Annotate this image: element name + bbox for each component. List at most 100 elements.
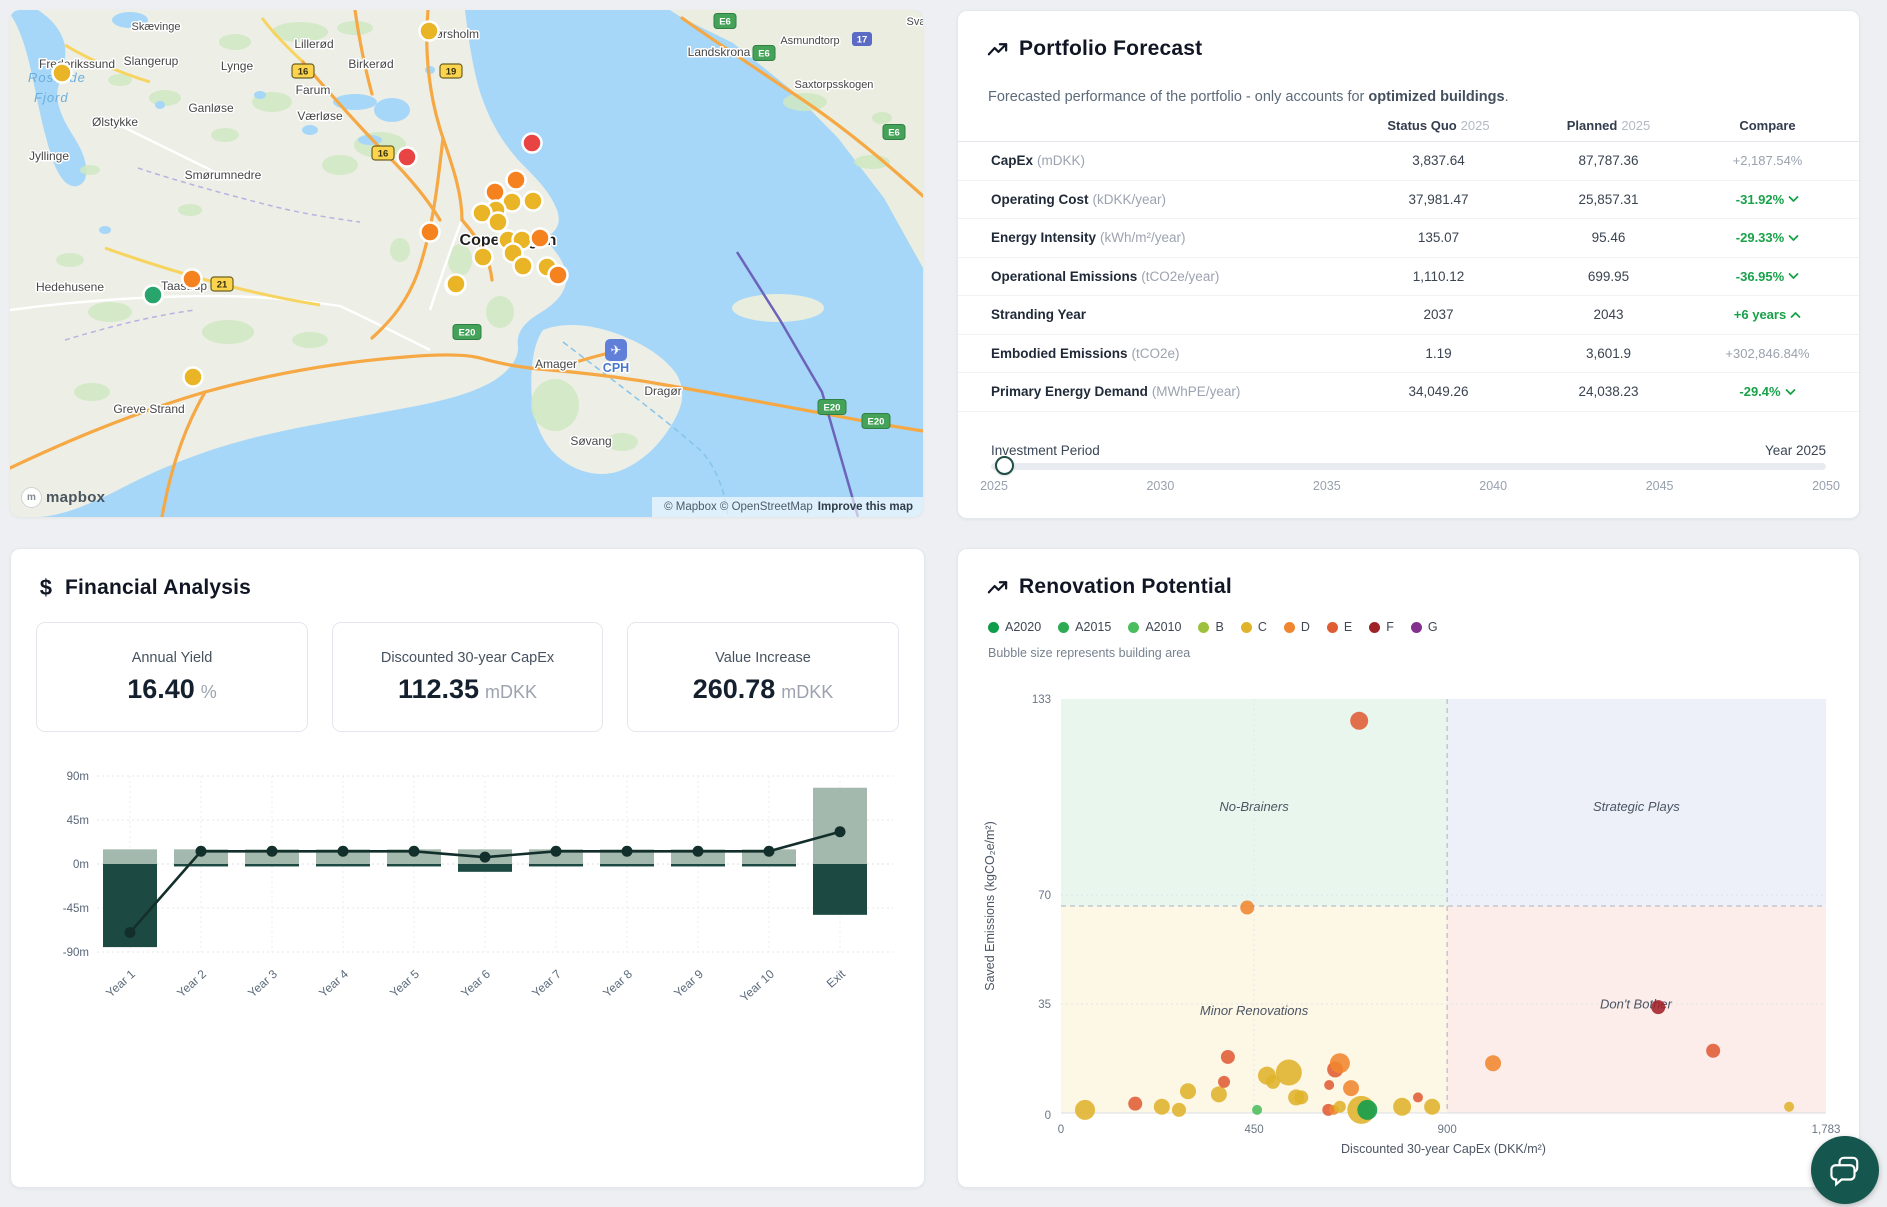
investment-period-slider-handle[interactable] [995,456,1014,475]
mapbox-logo[interactable]: m mapbox [21,487,105,508]
line-point [196,846,207,857]
map-panel[interactable]: RoskildeFjordSkævingeLillerødHørsholmFre… [10,10,923,517]
building-marker-yellow[interactable] [489,213,508,232]
metric-unit: (kDKK/year) [1093,192,1167,207]
y-axis-tick: -90m [63,947,89,959]
scatter-bubble-A2010[interactable] [1252,1105,1262,1115]
building-marker-yellow[interactable] [184,368,203,387]
metric-label: Operational Emissions(tCO2e/year) [991,269,1351,284]
slider-tick-labels: 202520302035204020452050 [994,479,1826,495]
road-shield: 16 [372,146,394,160]
building-marker-green[interactable] [144,286,163,305]
building-marker-yellow[interactable] [53,64,72,83]
forest-area [80,165,100,175]
building-marker-red[interactable] [398,148,417,167]
y-axis-tick: 45m [67,815,89,827]
bar-outflow [600,864,654,866]
building-marker-orange[interactable] [549,266,568,285]
scatter-bubble-D[interactable] [1485,1055,1501,1071]
line-point [409,846,420,857]
scatter-bubble-E[interactable] [1413,1092,1423,1102]
scatter-bubble-C[interactable] [1334,1101,1346,1113]
place-label: Amager [535,357,577,371]
map-canvas[interactable]: RoskildeFjordSkævingeLillerødHørsholmFre… [10,10,923,517]
road-shield: E20 [818,400,846,415]
building-marker-yellow[interactable] [514,257,533,276]
compare-value[interactable]: -36.95% [1691,269,1844,284]
scatter-bubble-E[interactable] [1218,1076,1230,1088]
metric-unit: (MWhPE/year) [1152,384,1241,399]
place-label: Slangerup [124,54,179,68]
place-label: Jyllinge [29,149,69,163]
building-marker-orange[interactable] [507,171,526,190]
scatter-bubble-C[interactable] [1154,1099,1170,1115]
scatter-bubble-C[interactable] [1393,1098,1411,1116]
compare-value: +2,187.54% [1691,153,1844,168]
scatter-bubble-C[interactable] [1276,1060,1302,1086]
column-header-label: Status Quo [1387,118,1456,133]
line-point [267,846,278,857]
scatter-bubble-A2020[interactable] [1357,1100,1377,1120]
improve-map-link[interactable]: Improve this map [818,501,913,513]
bar-inflow [813,788,867,864]
compare-value[interactable]: +6 years [1691,307,1844,322]
compare-text: -29.33% [1736,230,1784,245]
building-marker-yellow[interactable] [524,192,543,211]
scatter-bubble-C[interactable] [1784,1102,1794,1112]
place-label: Hedehusene [36,280,104,294]
x-axis-category: Year 3 [245,967,280,1001]
line-point [622,846,633,857]
planned-value: 3,601.9 [1526,346,1691,361]
forecast-table-header: Status Quo2025Planned2025Compare [958,109,1859,142]
scatter-bubble-C[interactable] [1294,1090,1308,1104]
x-axis-category: Year 7 [529,967,564,1001]
mapbox-logo-text: mapbox [46,489,105,506]
scatter-bubble-D[interactable] [1240,901,1254,915]
investment-period-slider-track[interactable] [991,463,1826,470]
building-marker-orange[interactable] [421,223,440,242]
building-marker-orange[interactable] [183,270,202,289]
building-marker-orange[interactable] [486,183,505,202]
place-label: Greve Strand [113,402,184,416]
building-marker-yellow[interactable] [474,248,493,267]
column-header: Planned2025 [1526,118,1691,133]
compare-value[interactable]: -29.33% [1691,230,1844,245]
scatter-bubble-D[interactable] [1343,1080,1359,1096]
scatter-bubble-F[interactable] [1651,1000,1665,1014]
compare-value[interactable]: -29.4% [1691,384,1844,399]
scatter-bubble-E[interactable] [1221,1050,1235,1064]
scatter-bubble-D[interactable] [1330,1053,1350,1073]
bar-outflow [671,864,725,866]
forecast-table: Status Quo2025Planned2025CompareCapEx(mD… [958,109,1859,412]
building-marker-red[interactable] [523,134,542,153]
scatter-bubble-E[interactable] [1324,1080,1334,1090]
x-axis-category: Year 10 [737,967,777,1005]
x-axis-category: Year 4 [316,967,351,1001]
scatter-bubble-E[interactable] [1350,712,1368,730]
line-point [693,846,704,857]
building-marker-yellow[interactable] [420,22,439,41]
forest-area [211,128,239,142]
scatter-bubble-C[interactable] [1075,1100,1095,1120]
scatter-bubble-C[interactable] [1180,1083,1196,1099]
scatter-bubble-E[interactable] [1706,1044,1720,1058]
road-shield: E20 [862,414,890,429]
road-shield: 19 [440,64,462,78]
slider-tick-label: 2035 [1313,479,1341,493]
y-axis-tick: 0m [73,859,89,871]
metric-unit: (kWh/m²/year) [1100,230,1186,245]
x-axis-category: Year 2 [174,967,209,1001]
metric-label: Primary Energy Demand(MWhPE/year) [991,384,1351,399]
chat-widget-button[interactable] [1811,1136,1879,1204]
building-marker-yellow[interactable] [447,275,466,294]
x-axis-tick: 450 [1244,1124,1263,1136]
building-marker-orange[interactable] [531,229,550,248]
forest-area [872,112,892,124]
compare-value[interactable]: -31.92% [1691,192,1844,207]
forest-area [74,383,110,401]
column-header: Status Quo2025 [1351,118,1526,133]
scatter-bubble-C[interactable] [1211,1086,1227,1102]
scatter-bubble-E[interactable] [1128,1097,1142,1111]
scatter-bubble-C[interactable] [1424,1099,1440,1115]
scatter-bubble-C[interactable] [1172,1103,1186,1117]
